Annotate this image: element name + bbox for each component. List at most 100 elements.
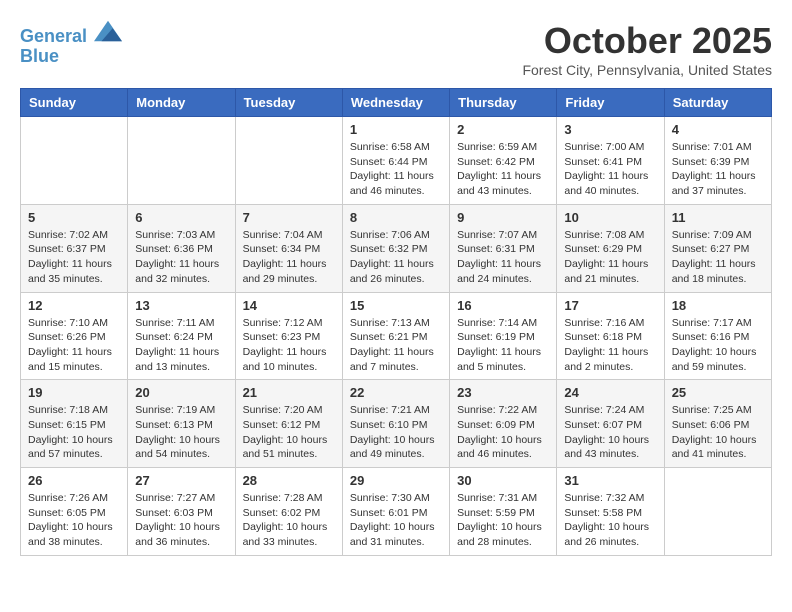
calendar-cell: 31 Sunrise: 7:32 AM Sunset: 5:58 PM Dayli… [557,468,664,556]
day-info: Sunrise: 7:09 AM Sunset: 6:27 PM Dayligh… [672,228,764,287]
calendar-week-row: 26Sunrise: 7:26 AM Sunset: 6:05 PM Dayli… [21,468,772,556]
calendar-cell: 8Sunrise: 7:06 AM Sunset: 6:32 PM Daylig… [342,204,449,292]
day-number: 9 [457,210,549,225]
day-number: 15 [350,298,442,313]
calendar-cell: 23 Sunrise: 7:22 AM Sunset: 6:09 PM Dayli… [450,380,557,468]
day-info: Sunrise: 7:07 AM Sunset: 6:31 PM Dayligh… [457,228,549,287]
day-number: 24 [564,385,656,400]
calendar-cell: 2 Sunrise: 6:59 AM Sunset: 6:42 PM Daylig… [450,117,557,205]
day-number: 30 [457,473,549,488]
logo-text: General [20,20,122,47]
calendar-cell [235,117,342,205]
day-number: 22 [350,385,442,400]
day-info: Sunrise: 7:16 AM Sunset: 6:18 PM Dayligh… [564,316,656,375]
calendar-cell: 25Sunrise: 7:25 AM Sunset: 6:06 PM Dayli… [664,380,771,468]
day-number: 11 [672,210,764,225]
day-info: Sunrise: 7:14 AM Sunset: 6:19 PM Dayligh… [457,316,549,375]
title-block: October 2025 Forest City, Pennsylvania, … [522,20,772,78]
day-info: Sunrise: 7:26 AM Sunset: 6:05 PM Dayligh… [28,491,120,550]
day-info: Sunrise: 7:00 AM Sunset: 6:41 PM Dayligh… [564,140,656,199]
day-info: Sunrise: 7:11 AM Sunset: 6:24 PM Dayligh… [135,316,227,375]
calendar-cell: 26Sunrise: 7:26 AM Sunset: 6:05 PM Dayli… [21,468,128,556]
day-info: Sunrise: 7:17 AM Sunset: 6:16 PM Dayligh… [672,316,764,375]
weekday-header: Wednesday [342,89,449,117]
day-info: Sunrise: 7:22 AM Sunset: 6:09 PM Dayligh… [457,403,549,462]
day-info: Sunrise: 7:27 AM Sunset: 6:03 PM Dayligh… [135,491,227,550]
weekday-header: Friday [557,89,664,117]
day-number: 25 [672,385,764,400]
day-info: Sunrise: 7:12 AM Sunset: 6:23 PM Dayligh… [243,316,335,375]
day-info: Sunrise: 7:04 AM Sunset: 6:34 PM Dayligh… [243,228,335,287]
calendar-cell: 30 Sunrise: 7:31 AM Sunset: 5:59 PM Dayli… [450,468,557,556]
calendar-cell: 29 Sunrise: 7:30 AM Sunset: 6:01 PM Dayli… [342,468,449,556]
day-info: Sunrise: 7:01 AM Sunset: 6:39 PM Dayligh… [672,140,764,199]
day-info: Sunrise: 7:18 AM Sunset: 6:15 PM Dayligh… [28,403,120,462]
day-number: 10 [564,210,656,225]
calendar-cell: 17 Sunrise: 7:16 AM Sunset: 6:18 PM Dayli… [557,292,664,380]
day-info: Sunrise: 7:10 AM Sunset: 6:26 PM Dayligh… [28,316,120,375]
day-number: 1 [350,122,442,137]
day-number: 29 [350,473,442,488]
day-info: Sunrise: 7:20 AM Sunset: 6:12 PM Dayligh… [243,403,335,462]
calendar-cell: 7 Sunrise: 7:04 AM Sunset: 6:34 PM Daylig… [235,204,342,292]
day-number: 2 [457,122,549,137]
calendar-cell: 5 Sunrise: 7:02 AM Sunset: 6:37 PM Daylig… [21,204,128,292]
day-number: 7 [243,210,335,225]
day-info: Sunrise: 6:58 AM Sunset: 6:44 PM Dayligh… [350,140,442,199]
day-info: Sunrise: 7:32 AM Sunset: 5:58 PM Dayligh… [564,491,656,550]
location: Forest City, Pennsylvania, United States [522,62,772,78]
calendar-cell: 1 Sunrise: 6:58 AM Sunset: 6:44 PM Daylig… [342,117,449,205]
day-number: 19 [28,385,120,400]
weekday-header: Tuesday [235,89,342,117]
weekday-header-row: SundayMondayTuesdayWednesdayThursdayFrid… [21,89,772,117]
page-header: General Blue October 2025 Forest City, P… [20,20,772,78]
day-info: Sunrise: 7:30 AM Sunset: 6:01 PM Dayligh… [350,491,442,550]
day-number: 8 [350,210,442,225]
calendar-cell: 11 Sunrise: 7:09 AM Sunset: 6:27 PM Dayli… [664,204,771,292]
calendar-cell: 18Sunrise: 7:17 AM Sunset: 6:16 PM Dayli… [664,292,771,380]
calendar-cell: 3 Sunrise: 7:00 AM Sunset: 6:41 PM Daylig… [557,117,664,205]
month-title: October 2025 [522,20,772,62]
calendar-week-row: 1 Sunrise: 6:58 AM Sunset: 6:44 PM Daylig… [21,117,772,205]
calendar-cell: 4 Sunrise: 7:01 AM Sunset: 6:39 PM Daylig… [664,117,771,205]
weekday-header: Monday [128,89,235,117]
weekday-header: Saturday [664,89,771,117]
day-number: 23 [457,385,549,400]
calendar-cell [664,468,771,556]
weekday-header: Thursday [450,89,557,117]
day-info: Sunrise: 7:31 AM Sunset: 5:59 PM Dayligh… [457,491,549,550]
calendar-week-row: 12Sunrise: 7:10 AM Sunset: 6:26 PM Dayli… [21,292,772,380]
day-number: 14 [243,298,335,313]
calendar-cell [128,117,235,205]
day-info: Sunrise: 6:59 AM Sunset: 6:42 PM Dayligh… [457,140,549,199]
calendar-cell [21,117,128,205]
day-info: Sunrise: 7:13 AM Sunset: 6:21 PM Dayligh… [350,316,442,375]
day-number: 3 [564,122,656,137]
day-number: 31 [564,473,656,488]
day-number: 13 [135,298,227,313]
calendar-cell: 22 Sunrise: 7:21 AM Sunset: 6:10 PM Dayli… [342,380,449,468]
day-info: Sunrise: 7:08 AM Sunset: 6:29 PM Dayligh… [564,228,656,287]
calendar-table: SundayMondayTuesdayWednesdayThursdayFrid… [20,88,772,556]
calendar-cell: 12Sunrise: 7:10 AM Sunset: 6:26 PM Dayli… [21,292,128,380]
calendar-week-row: 5 Sunrise: 7:02 AM Sunset: 6:37 PM Daylig… [21,204,772,292]
day-number: 4 [672,122,764,137]
calendar-cell: 28 Sunrise: 7:28 AM Sunset: 6:02 PM Dayli… [235,468,342,556]
day-info: Sunrise: 7:24 AM Sunset: 6:07 PM Dayligh… [564,403,656,462]
day-number: 5 [28,210,120,225]
day-info: Sunrise: 7:21 AM Sunset: 6:10 PM Dayligh… [350,403,442,462]
calendar-cell: 15 Sunrise: 7:13 AM Sunset: 6:21 PM Dayli… [342,292,449,380]
logo: General Blue [20,20,122,67]
calendar-cell: 21Sunrise: 7:20 AM Sunset: 6:12 PM Dayli… [235,380,342,468]
calendar-cell: 16 Sunrise: 7:14 AM Sunset: 6:19 PM Dayli… [450,292,557,380]
day-info: Sunrise: 7:02 AM Sunset: 6:37 PM Dayligh… [28,228,120,287]
day-number: 28 [243,473,335,488]
calendar-cell: 24 Sunrise: 7:24 AM Sunset: 6:07 PM Dayli… [557,380,664,468]
day-number: 6 [135,210,227,225]
calendar-cell: 6Sunrise: 7:03 AM Sunset: 6:36 PM Daylig… [128,204,235,292]
day-number: 16 [457,298,549,313]
logo-blue-text: Blue [20,47,122,67]
calendar-cell: 19 Sunrise: 7:18 AM Sunset: 6:15 PM Dayli… [21,380,128,468]
day-info: Sunrise: 7:28 AM Sunset: 6:02 PM Dayligh… [243,491,335,550]
day-number: 17 [564,298,656,313]
